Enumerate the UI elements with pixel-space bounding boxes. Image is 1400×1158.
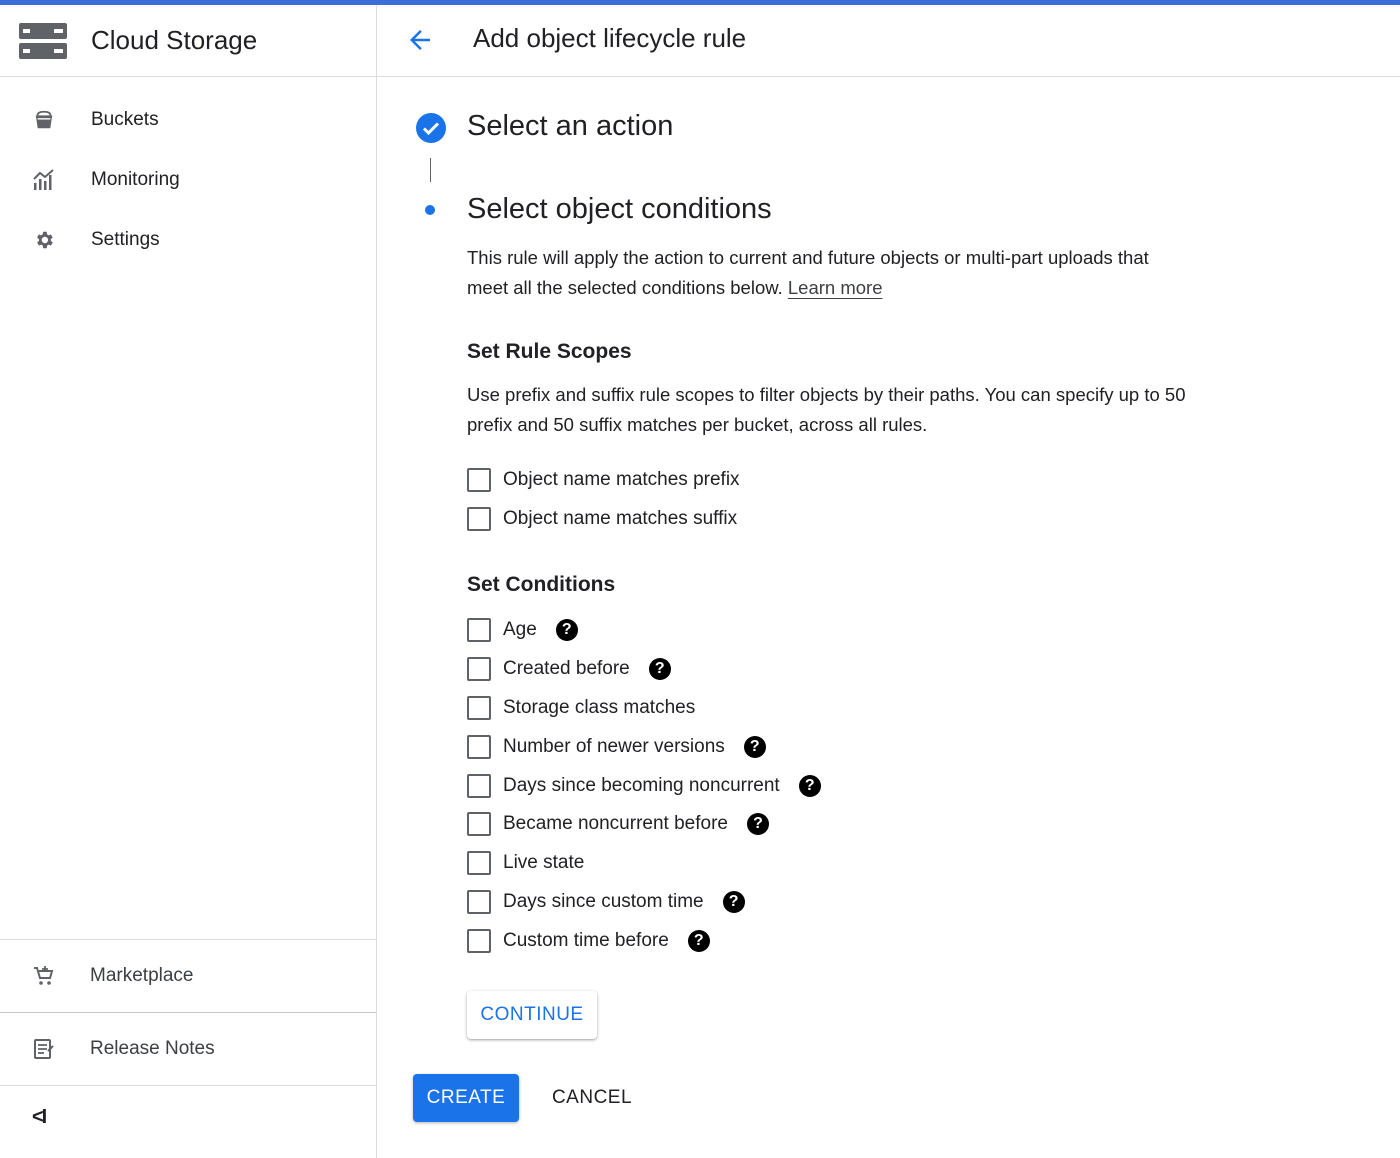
checkbox[interactable] xyxy=(467,774,491,798)
sidebar-item-monitoring[interactable]: Monitoring xyxy=(0,152,376,208)
checkbox-label: Object name matches prefix xyxy=(503,469,740,490)
chart-icon xyxy=(31,167,57,193)
step-title-select-conditions: Select object conditions xyxy=(467,193,772,225)
checkbox[interactable] xyxy=(467,507,491,531)
section-title-rule-scopes: Set Rule Scopes xyxy=(467,340,632,363)
sidebar-item-marketplace[interactable]: Marketplace xyxy=(0,940,376,1012)
rule-scopes-description: Use prefix and suffix rule scopes to fil… xyxy=(467,384,1186,435)
page-title: Add object lifecycle rule xyxy=(473,23,747,53)
checkbox-row-days-custom-time[interactable]: Days since custom time ? xyxy=(467,889,745,915)
current-step-dot-icon xyxy=(425,205,435,215)
help-icon[interactable]: ? xyxy=(555,619,578,641)
checkbox[interactable] xyxy=(467,929,491,953)
help-icon[interactable]: ? xyxy=(798,775,821,797)
checkbox-row-prefix[interactable]: Object name matches prefix xyxy=(467,467,740,493)
checkbox[interactable] xyxy=(467,735,491,759)
help-icon[interactable]: ? xyxy=(746,813,769,835)
checkbox[interactable] xyxy=(467,812,491,836)
checkbox-label: Created before xyxy=(503,658,630,679)
step-description: This rule will apply the action to curre… xyxy=(467,243,1187,303)
checkbox[interactable] xyxy=(467,696,491,720)
help-icon[interactable]: ? xyxy=(722,891,745,913)
bucket-icon xyxy=(31,107,57,133)
page-header: Add object lifecycle rule xyxy=(377,5,1400,77)
learn-more-link[interactable]: Learn more xyxy=(788,277,883,298)
stepper-connector xyxy=(430,158,431,182)
checkbox[interactable] xyxy=(467,851,491,875)
sidebar-item-label: Settings xyxy=(91,229,160,250)
sidebar-item-label: Monitoring xyxy=(91,169,180,190)
checkbox-label: Days since custom time xyxy=(503,891,704,912)
sidebar-item-label: Marketplace xyxy=(90,965,194,986)
checkbox[interactable] xyxy=(467,657,491,681)
checkbox-row-live-state[interactable]: Live state xyxy=(467,850,584,876)
sidebar-item-settings[interactable]: Settings xyxy=(0,212,376,268)
checkbox-label: Storage class matches xyxy=(503,697,696,718)
cloud-storage-logo-icon xyxy=(19,22,67,59)
checkbox[interactable] xyxy=(467,890,491,914)
checkbox-label: Days since becoming noncurrent xyxy=(503,775,780,796)
checkbox-label: Age xyxy=(503,619,537,640)
checkbox-row-custom-time-before[interactable]: Custom time before ? xyxy=(467,928,710,954)
checkbox-label: Became noncurrent before xyxy=(503,813,728,834)
cancel-button[interactable]: CANCEL xyxy=(540,1074,644,1122)
checkbox-label: Custom time before xyxy=(503,930,669,951)
collapse-sidebar-button[interactable]: <I xyxy=(32,1106,47,1129)
sidebar: Cloud Storage Buckets Monitoring Setting… xyxy=(0,5,377,1158)
checkbox[interactable] xyxy=(467,468,491,492)
cart-icon xyxy=(31,963,57,989)
help-icon[interactable]: ? xyxy=(743,736,766,758)
checkbox-row-newer-versions[interactable]: Number of newer versions ? xyxy=(467,734,766,760)
sidebar-item-release-notes[interactable]: Release Notes xyxy=(0,1013,376,1085)
step-title-select-action[interactable]: Select an action xyxy=(467,110,673,143)
continue-button[interactable]: CONTINUE xyxy=(467,991,597,1039)
product-title: Cloud Storage xyxy=(91,25,258,55)
checkbox-row-days-noncurrent[interactable]: Days since becoming noncurrent ? xyxy=(467,773,821,799)
checkbox-row-age[interactable]: Age ? xyxy=(467,617,578,643)
checkbox[interactable] xyxy=(467,618,491,642)
arrow-back-icon[interactable] xyxy=(405,25,435,55)
checkbox-row-suffix[interactable]: Object name matches suffix xyxy=(467,506,737,532)
gear-icon xyxy=(31,227,57,253)
section-title-conditions: Set Conditions xyxy=(467,573,616,596)
checkbox-label: Number of newer versions xyxy=(503,736,725,757)
checkbox-label: Object name matches suffix xyxy=(503,508,738,529)
help-icon[interactable]: ? xyxy=(687,930,710,952)
sidebar-header: Cloud Storage xyxy=(0,5,376,77)
create-button[interactable]: CREATE xyxy=(413,1074,519,1122)
notes-icon xyxy=(31,1036,57,1062)
sidebar-item-label: Release Notes xyxy=(90,1038,215,1059)
help-icon[interactable]: ? xyxy=(648,658,671,680)
check-circle-icon xyxy=(415,112,447,144)
checkbox-row-created-before[interactable]: Created before ? xyxy=(467,656,671,682)
checkbox-row-became-noncurrent[interactable]: Became noncurrent before ? xyxy=(467,811,769,837)
checkbox-label: Live state xyxy=(503,852,585,873)
sidebar-item-buckets[interactable]: Buckets xyxy=(0,92,376,148)
sidebar-divider xyxy=(0,1085,376,1086)
sidebar-item-label: Buckets xyxy=(91,109,159,130)
checkbox-row-storage-class[interactable]: Storage class matches xyxy=(467,695,695,721)
